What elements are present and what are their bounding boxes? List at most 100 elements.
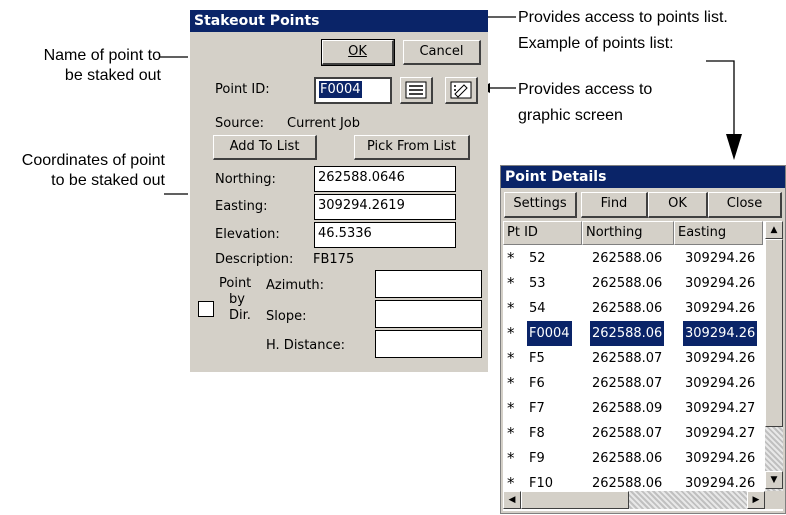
cell-easting: 309294.26 xyxy=(685,301,756,316)
cell-northing: 262588.06 xyxy=(592,251,663,266)
point-star-icon: * xyxy=(507,349,515,367)
settings-label: Settings xyxy=(513,196,567,211)
points-list-button[interactable] xyxy=(400,77,433,104)
details-title: Point Details xyxy=(501,166,785,188)
point-star-icon: * xyxy=(507,374,515,392)
elevation-input[interactable]: 46.5336 xyxy=(314,222,456,248)
stakeout-window: Stakeout Points OK Cancel Point ID: F000… xyxy=(188,10,488,372)
easting-label: Easting: xyxy=(215,199,268,214)
table-row[interactable]: * 54 262588.06 309294.26 xyxy=(503,296,765,321)
hdist-input[interactable] xyxy=(375,330,482,358)
col-header-easting[interactable]: Easting xyxy=(674,221,763,245)
cell-ptid: F6 xyxy=(529,376,545,391)
graphic-screen-button[interactable] xyxy=(445,77,478,104)
table-row[interactable]: * F8 262588.07 309294.27 xyxy=(503,421,765,446)
point-by-dir-checkbox[interactable] xyxy=(198,301,214,317)
point-star-icon: * xyxy=(507,424,515,442)
cell-northing: 262588.06 xyxy=(592,276,663,291)
table-row[interactable]: * 53 262588.06 309294.26 xyxy=(503,271,765,296)
h-scroll-thumb[interactable] xyxy=(521,491,629,509)
cancel-label: Cancel xyxy=(419,44,464,59)
cell-northing: 262588.07 xyxy=(592,351,663,366)
pick-from-list-label: Pick From List xyxy=(366,139,457,154)
point-by-dir-label: Point by Dir. xyxy=(212,276,251,324)
cell-easting: 309294.27 xyxy=(685,401,756,416)
scroll-right-button[interactable]: ▶ xyxy=(747,491,765,509)
stakeout-title: Stakeout Points xyxy=(190,10,488,32)
cell-northing: 262588.06 xyxy=(592,301,663,316)
cell-easting: 309294.27 xyxy=(685,426,756,441)
point-id-value: F0004 xyxy=(319,81,362,98)
add-to-list-button[interactable]: Add To List xyxy=(213,135,317,160)
cell-ptid: F8 xyxy=(529,426,545,441)
northing-input[interactable]: 262588.0646 xyxy=(314,166,456,192)
description-label: Description: xyxy=(215,252,294,267)
table-row[interactable]: * F5 262588.07 309294.26 xyxy=(503,346,765,371)
cell-northing: 262588.09 xyxy=(592,401,663,416)
point-star-icon: * xyxy=(507,299,515,317)
hdist-label: H. Distance: xyxy=(266,338,346,353)
find-label: Find xyxy=(600,196,628,211)
cell-ptid: F7 xyxy=(529,401,545,416)
details-ok-button[interactable]: OK xyxy=(648,192,708,218)
point-star-icon: * xyxy=(507,324,515,342)
scroll-left-button[interactable]: ◀ xyxy=(503,491,521,509)
northing-label: Northing: xyxy=(215,172,276,187)
add-to-list-label: Add To List xyxy=(229,139,300,154)
ok-button[interactable]: OK xyxy=(321,39,395,66)
scroll-down-button[interactable]: ▼ xyxy=(765,471,783,489)
point-star-icon: * xyxy=(507,399,515,417)
close-label: Close xyxy=(726,196,763,211)
table-row[interactable]: * F7 262588.09 309294.27 xyxy=(503,396,765,421)
azimuth-label: Azimuth: xyxy=(266,278,324,293)
point-id-label: Point ID: xyxy=(215,82,270,97)
cell-easting: 309294.26 xyxy=(685,376,756,391)
source-label: Source: xyxy=(215,116,265,131)
elevation-label: Elevation: xyxy=(215,227,280,242)
cell-northing: 262588.07 xyxy=(592,426,663,441)
point-by-dir-line: Point xyxy=(219,276,252,291)
scroll-up-button[interactable]: ▲ xyxy=(765,221,783,239)
cancel-button[interactable]: Cancel xyxy=(403,40,481,65)
point-details-window: Point Details Settings Find OK Close Pt … xyxy=(500,165,786,514)
cell-northing: 262588.07 xyxy=(592,376,663,391)
points-grid[interactable]: Pt ID Northing Easting * 52 262588.06 30929… xyxy=(503,221,783,511)
source-value: Current Job xyxy=(287,116,360,131)
close-button[interactable]: Close xyxy=(708,192,782,218)
col-header-northing[interactable]: Northing xyxy=(582,221,674,245)
cell-easting: 309294.26 xyxy=(683,321,758,346)
easting-input[interactable]: 309294.2619 xyxy=(314,194,456,220)
table-row[interactable]: * F9 262588.06 309294.26 xyxy=(503,446,765,471)
point-by-dir-line: by xyxy=(229,292,245,307)
cell-ptid: 52 xyxy=(529,251,546,266)
cell-northing: 262588.06 xyxy=(590,321,665,346)
list-icon xyxy=(405,81,427,99)
scroll-corner xyxy=(765,491,783,509)
ok-label: OK xyxy=(348,44,367,59)
cell-easting: 309294.26 xyxy=(685,451,756,466)
point-by-dir-line: Dir. xyxy=(229,308,251,323)
table-row[interactable]: * 52 262588.06 309294.26 xyxy=(503,246,765,271)
cell-ptid: 53 xyxy=(529,276,546,291)
cell-easting: 309294.26 xyxy=(685,276,756,291)
cell-ptid: F9 xyxy=(529,451,545,466)
graphic-icon xyxy=(450,81,472,99)
azimuth-input[interactable] xyxy=(375,270,482,298)
cell-easting: 309294.26 xyxy=(685,251,756,266)
cell-northing: 262588.06 xyxy=(592,451,663,466)
cell-ptid: F5 xyxy=(529,351,545,366)
cell-easting: 309294.26 xyxy=(685,351,756,366)
scroll-thumb[interactable] xyxy=(765,239,783,427)
find-button[interactable]: Find xyxy=(581,192,648,218)
settings-button[interactable]: Settings xyxy=(504,192,577,218)
point-id-input[interactable]: F0004 xyxy=(314,77,392,104)
slope-label: Slope: xyxy=(266,309,307,324)
cell-ptid: F0004 xyxy=(527,321,572,346)
point-star-icon: * xyxy=(507,449,515,467)
table-row[interactable]: * F6 262588.07 309294.26 xyxy=(503,371,765,396)
col-header-ptid[interactable]: Pt ID xyxy=(503,221,582,245)
details-ok-label: OK xyxy=(668,196,687,211)
table-row[interactable]: * F0004 262588.06 309294.26 xyxy=(503,321,765,346)
slope-input[interactable] xyxy=(375,300,482,328)
pick-from-list-button[interactable]: Pick From List xyxy=(354,135,470,160)
